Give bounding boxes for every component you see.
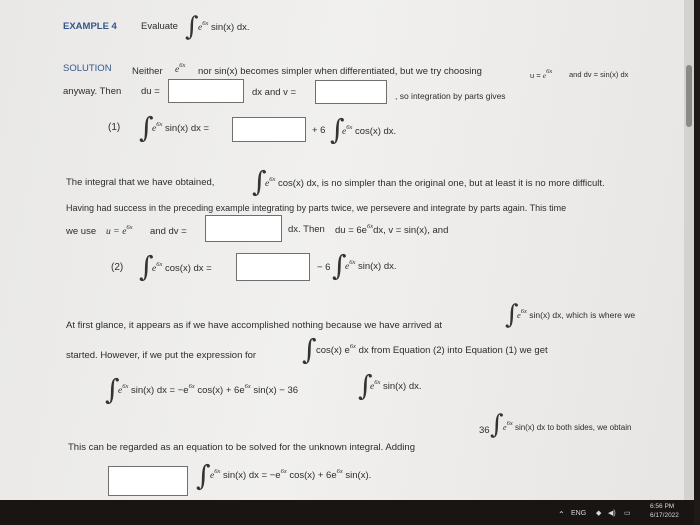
- integral-sign: ∫: [185, 12, 199, 42]
- eq1-answer-box[interactable]: [232, 117, 306, 142]
- eq1-number: (1): [108, 122, 121, 133]
- eq4-integral-sign: ∫: [196, 459, 211, 492]
- battery-icon[interactable]: ▭: [624, 509, 631, 517]
- eq2-rhs: e6x sin(x) dx.: [345, 259, 397, 272]
- solution-dv: and dv = sin(x) dx: [569, 70, 629, 79]
- clock-time[interactable]: 6:56 PM: [650, 503, 674, 510]
- eq2-answer-box[interactable]: [236, 253, 310, 281]
- solution-text2: nor sin(x) becomes simpler when differen…: [198, 66, 482, 77]
- para2-b: e6x cos(x) dx, is no simpler than the or…: [265, 176, 605, 189]
- eq1-lhs: e6x sin(x) dx =: [152, 121, 210, 134]
- eq2-lhs: e6x cos(x) dx =: [152, 261, 212, 274]
- eq2-number: (2): [111, 262, 124, 273]
- anyway-text: anyway. Then: [63, 86, 122, 97]
- eq1-plus6: + 6: [312, 125, 326, 136]
- dx-and-v-label: dx and v =: [252, 87, 297, 98]
- du-label: du =: [141, 86, 160, 97]
- solution-label: SOLUTION: [63, 63, 112, 74]
- para4-36: 36: [479, 425, 490, 436]
- clock-date[interactable]: 6/17/2022: [650, 512, 679, 519]
- eq3-expr: e6x sin(x) dx = −e6x cos(x) + 6e6x sin(x…: [118, 383, 299, 396]
- para2-then: dx. Then: [288, 224, 325, 235]
- chevron-up-icon[interactable]: ⌃: [558, 510, 565, 519]
- so-parts-text: , so integration by parts gives: [395, 91, 506, 101]
- para3-integral-sign-2: ∫: [302, 333, 317, 366]
- example-label: EXAMPLE 4: [63, 21, 117, 32]
- para2-du: du = 6e6xdx, v = sin(x), and: [335, 223, 449, 236]
- para4-c: e6x sin(x) dx to both sides, we obtain: [503, 420, 632, 432]
- final-answer-box[interactable]: [108, 466, 188, 496]
- speaker-icon[interactable]: ◀): [608, 509, 616, 517]
- dv-answer-box[interactable]: [205, 215, 282, 242]
- eq4-expr: e6x sin(x) dx = −e6x cos(x) + 6e6x sin(x…: [210, 468, 372, 481]
- eq3-rhs: e6x sin(x) dx.: [370, 379, 422, 392]
- screen-bezel: [694, 0, 700, 525]
- para2-u: u = e6x: [106, 224, 133, 237]
- eq1-rhs: e6x cos(x) dx.: [342, 124, 397, 137]
- solution-exp: e6x: [175, 62, 186, 75]
- solution-u: u = e6x: [530, 68, 553, 80]
- para2-dv: and dv =: [150, 226, 187, 237]
- para2-c: Having had success in the preceding exam…: [66, 203, 567, 213]
- para3-a: At first glance, it appears as if we hav…: [66, 320, 442, 331]
- example-integrand: e6x sin(x) dx.: [198, 20, 250, 33]
- eq2-minus6: − 6: [317, 262, 331, 273]
- para2-d: we use: [66, 226, 97, 237]
- evaluate-label: Evaluate: [141, 21, 178, 32]
- taskbar: [0, 500, 694, 525]
- solution-text1: Neither: [132, 66, 163, 77]
- para3-c: started. However, if we put the expressi…: [66, 350, 257, 361]
- para2-a: The integral that we have obtained,: [66, 177, 215, 188]
- para3-d: cos(x) e6x dx from Equation (2) into Equ…: [316, 343, 548, 356]
- para4-integral-sign: ∫: [490, 410, 504, 440]
- v-answer-box[interactable]: [315, 80, 387, 104]
- para3-b: e6x sin(x) dx, which is where we: [517, 308, 636, 320]
- scrollbar-thumb[interactable]: [686, 65, 692, 127]
- du-answer-box[interactable]: [168, 79, 244, 103]
- wifi-icon[interactable]: ◆: [596, 509, 601, 517]
- language-indicator[interactable]: ENG: [571, 510, 586, 517]
- para4-a: This can be regarded as an equation to b…: [68, 442, 415, 453]
